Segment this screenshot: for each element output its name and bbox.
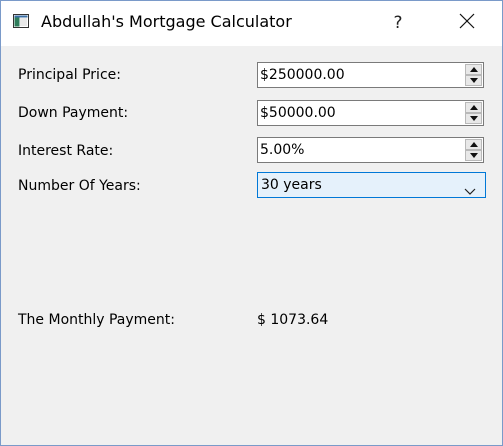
close-button[interactable] — [444, 5, 490, 41]
interest-rate-increment-button[interactable] — [465, 139, 482, 150]
interest-rate-decrement-button[interactable] — [465, 150, 482, 161]
down-payment-label: Down Payment: — [18, 105, 129, 121]
arrow-up-icon — [469, 105, 478, 110]
principal-price-value[interactable]: $250000.00 — [260, 67, 345, 83]
principal-price-decrement-button[interactable] — [465, 75, 482, 86]
down-payment-spin-buttons — [465, 102, 482, 124]
arrow-down-icon — [469, 78, 478, 83]
interest-rate-spin-buttons — [465, 139, 482, 161]
monthly-payment-value: $ 1073.64 — [257, 312, 329, 328]
down-payment-spinbox[interactable]: $50000.00 — [257, 100, 484, 126]
close-icon — [459, 13, 475, 33]
app-window-icon — [13, 13, 29, 29]
number-of-years-value: 30 years — [261, 177, 322, 193]
down-payment-decrement-button[interactable] — [465, 113, 482, 124]
down-payment-value[interactable]: $50000.00 — [260, 105, 336, 121]
interest-rate-value[interactable]: 5.00% — [260, 142, 304, 158]
number-of-years-label: Number Of Years: — [18, 178, 141, 194]
help-button-label: ? — [393, 13, 403, 33]
down-payment-increment-button[interactable] — [465, 102, 482, 113]
dialog-window: Abdullah's Mortgage Calculator ? Princip… — [0, 0, 503, 446]
interest-rate-spinbox[interactable]: 5.00% — [257, 137, 484, 163]
principal-price-spinbox[interactable]: $250000.00 — [257, 62, 484, 88]
principal-price-spin-buttons — [465, 64, 482, 86]
principal-price-increment-button[interactable] — [465, 64, 482, 75]
interest-rate-label: Interest Rate: — [18, 143, 114, 159]
number-of-years-dropdown[interactable]: 30 years — [257, 172, 486, 198]
chevron-down-icon[interactable] — [464, 181, 476, 195]
help-button[interactable]: ? — [376, 5, 420, 41]
monthly-payment-label: The Monthly Payment: — [18, 312, 176, 328]
principal-price-label: Principal Price: — [18, 67, 121, 83]
arrow-down-icon — [469, 116, 478, 121]
arrow-up-icon — [469, 142, 478, 147]
arrow-up-icon — [469, 67, 478, 72]
window-title: Abdullah's Mortgage Calculator — [41, 12, 292, 31]
title-bar[interactable]: Abdullah's Mortgage Calculator ? — [1, 1, 502, 46]
arrow-down-icon — [469, 153, 478, 158]
